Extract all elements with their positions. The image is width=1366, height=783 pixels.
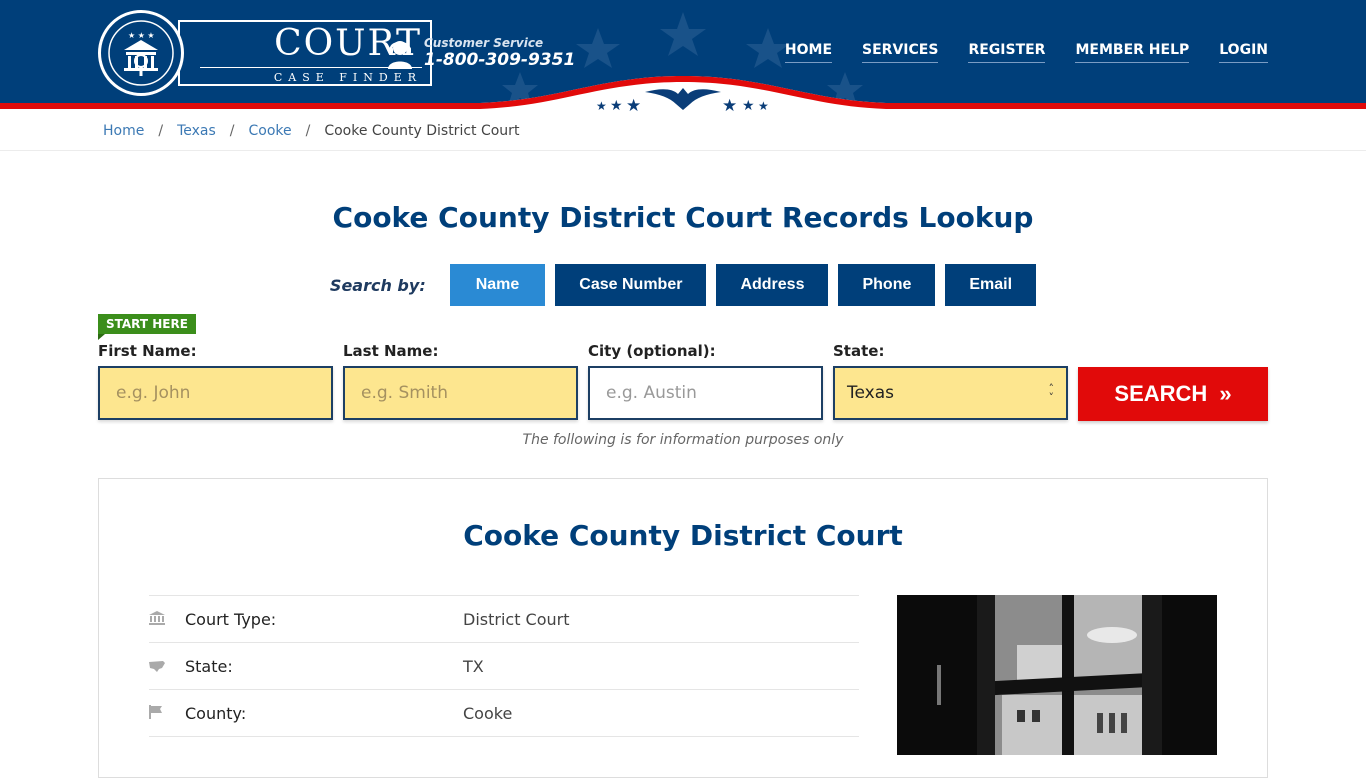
- detail-key: Court Type:: [185, 609, 277, 629]
- court-details: Court Type: District Court State: TX Cou…: [149, 595, 859, 783]
- courthouse-seal-icon: ★ ★ ★: [98, 10, 184, 96]
- svg-text:★: ★: [742, 98, 755, 112]
- search-button[interactable]: SEARCH »: [1078, 367, 1268, 421]
- state-group: State: Texas ˄ ˅: [833, 342, 1068, 420]
- customer-service-phone[interactable]: 1-800-309-9351: [424, 50, 575, 70]
- start-here-badge: START HERE: [98, 314, 196, 340]
- nav-home[interactable]: HOME: [784, 42, 833, 63]
- main-nav: HOME SERVICES REGISTER MEMBER HELP LOGIN: [784, 42, 1268, 63]
- usa-map-icon: [149, 657, 185, 676]
- breadcrumb-separator: /: [305, 123, 311, 139]
- first-name-group: First Name: e.g. John: [98, 342, 333, 420]
- first-name-label: First Name:: [98, 342, 197, 360]
- tab-email[interactable]: Email: [945, 264, 1037, 306]
- tab-address[interactable]: Address: [716, 264, 829, 306]
- last-name-group: Last Name: e.g. Smith: [343, 342, 578, 420]
- headset-agent-icon: [388, 41, 412, 69]
- search-button-label: SEARCH: [1114, 381, 1208, 406]
- court-info-card: Cooke County District Court Court Type: …: [98, 478, 1268, 778]
- svg-text:★: ★: [722, 96, 737, 112]
- courthouse-photo: [897, 595, 1217, 755]
- detail-value: TX: [463, 656, 484, 676]
- state-select-value: Texas: [847, 383, 894, 403]
- search-type-tabs: Search by: Name Case Number Address Phon…: [0, 264, 1366, 306]
- detail-value: Cooke: [463, 703, 513, 723]
- svg-text:★: ★: [626, 96, 641, 112]
- detail-key: County:: [185, 703, 247, 723]
- state-label: State:: [833, 342, 885, 360]
- last-name-label: Last Name:: [343, 342, 439, 360]
- breadcrumb-state[interactable]: Texas: [177, 123, 216, 139]
- last-name-input[interactable]: e.g. Smith: [343, 366, 578, 420]
- breadcrumb-separator: /: [158, 123, 164, 139]
- breadcrumb-county[interactable]: Cooke: [248, 123, 291, 139]
- svg-text:★: ★: [758, 99, 769, 112]
- search-by-label: Search by:: [329, 275, 426, 295]
- detail-row-county: County: Cooke: [149, 689, 859, 736]
- detail-row-court-type: Court Type: District Court: [149, 595, 859, 642]
- detail-value: District Court: [463, 609, 570, 629]
- svg-text:★: ★: [596, 99, 607, 112]
- customer-service-label: Customer Service: [424, 36, 544, 50]
- detail-row-divider: [149, 736, 859, 783]
- select-arrows-icon: ˄ ˅: [1048, 382, 1055, 404]
- court-name: Cooke County District Court: [463, 519, 903, 552]
- nav-member-help[interactable]: MEMBER HELP: [1075, 42, 1190, 63]
- site-header: ★ ★ ★ ★ ★ ★ ★ ★ ★ COURT CASE FINDER Cust…: [0, 0, 1366, 112]
- nav-register[interactable]: REGISTER: [968, 42, 1046, 63]
- double-chevron-right-icon: »: [1219, 381, 1232, 406]
- customer-service[interactable]: Customer Service 1-800-309-9351: [386, 36, 575, 70]
- breadcrumb-home[interactable]: Home: [103, 123, 144, 139]
- tab-case-number[interactable]: Case Number: [555, 264, 707, 306]
- page-title: Cooke County District Court Records Look…: [332, 201, 1034, 234]
- search-form: START HERE First Name: e.g. John Last Na…: [98, 314, 1268, 444]
- courthouse-icon: [149, 610, 185, 629]
- breadcrumb-separator: /: [229, 123, 235, 139]
- flag-icon: [149, 704, 185, 723]
- nav-services[interactable]: SERVICES: [862, 42, 939, 63]
- detail-key: State:: [185, 656, 233, 676]
- city-label: City (optional):: [588, 342, 716, 360]
- tab-phone[interactable]: Phone: [838, 264, 936, 306]
- first-name-input[interactable]: e.g. John: [98, 366, 333, 420]
- nav-login[interactable]: LOGIN: [1219, 42, 1268, 63]
- breadcrumb-current: Cooke County District Court: [324, 123, 520, 139]
- city-input[interactable]: e.g. Austin: [588, 366, 823, 420]
- svg-text:★ ★ ★: ★ ★ ★: [128, 31, 155, 40]
- breadcrumb: Home / Texas / Cooke / Cooke County Dist…: [0, 112, 1366, 151]
- svg-text:★: ★: [610, 98, 623, 112]
- state-select[interactable]: Texas ˄ ˅: [833, 366, 1068, 420]
- site-logo[interactable]: ★ ★ ★ COURT CASE FINDER: [98, 10, 432, 96]
- city-group: City (optional): e.g. Austin: [588, 342, 823, 420]
- tab-name[interactable]: Name: [449, 264, 546, 306]
- detail-row-state: State: TX: [149, 642, 859, 689]
